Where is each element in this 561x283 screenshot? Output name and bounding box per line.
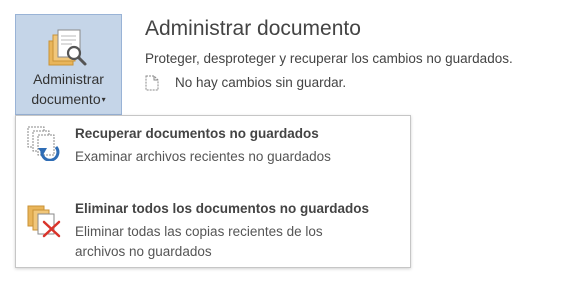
status-text: No hay cambios sin guardar. [175, 75, 347, 90]
manage-document-label: Administrar documento▾ [16, 69, 121, 110]
chevron-down-icon: ▾ [101, 95, 106, 104]
manage-document-button[interactable]: Administrar documento▾ [15, 14, 122, 115]
document-icon [145, 75, 159, 91]
menu-item-title: Eliminar todos los documentos no guardad… [75, 201, 370, 216]
manage-document-menu: Recuperar documentos no guardados Examin… [15, 115, 411, 268]
manage-document-label-line2: documento [31, 91, 101, 107]
manage-documents-icon [48, 29, 87, 66]
menu-item-description: Examinar archivos recientes no guardados [75, 149, 331, 164]
menu-item-title: Recuperar documentos no guardados [75, 126, 319, 141]
section-title: Administrar documento [145, 17, 361, 40]
manage-document-label-line1: Administrar [33, 71, 104, 87]
recover-documents-icon [27, 126, 60, 161]
menu-item-recover-unsaved[interactable]: Recuperar documentos no guardados Examin… [16, 116, 410, 184]
delete-documents-icon [27, 205, 61, 238]
menu-item-description: Eliminar todas las copias recientes de l… [75, 224, 323, 259]
menu-item-delete-all-unsaved[interactable]: Eliminar todos los documentos no guardad… [16, 192, 410, 264]
section-description: Proteger, desproteger y recuperar los ca… [145, 51, 513, 66]
